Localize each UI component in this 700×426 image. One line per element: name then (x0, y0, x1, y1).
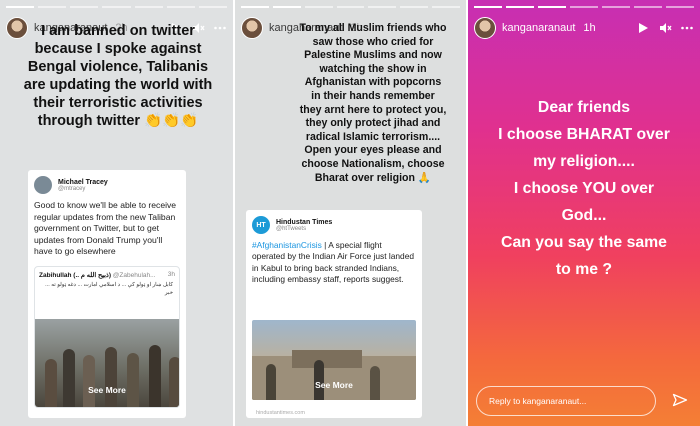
story-panel-2: kanganaranaut 2h To my all Muslim friend… (235, 0, 466, 426)
message-line: Dear friends (537, 99, 631, 116)
tweet-handle: @mtracey (58, 185, 86, 192)
reply-input[interactable]: Reply to kanganaranaut... (476, 386, 656, 416)
post-time: 1h (583, 22, 596, 34)
tweet-handle: @htTweets (276, 225, 307, 232)
quoted-handle: @Zabehulah... (112, 271, 156, 279)
message-line: I choose YOU over (513, 180, 655, 197)
tweet-author: Michael Tracey (58, 178, 108, 186)
ht-logo-icon: HT (252, 216, 270, 234)
story-header: kanganaranaut 1h (474, 14, 694, 42)
message-line: I choose BHARAT over (498, 126, 670, 143)
message-line: my religion.... (533, 153, 635, 170)
story-message: Dear friends I choose BHARAT over my rel… (468, 94, 700, 283)
story-panel-1: kanganaranaut 2h I am banned on twitter … (0, 0, 233, 426)
quoted-author: Zabihullah (.. ذبيح الله م) (39, 271, 111, 279)
quoted-tweet: Zabihullah (.. ذبيح الله م) @Zabehulah..… (34, 265, 180, 408)
message-line: to me ? (555, 261, 613, 278)
tweet-avatar (34, 176, 52, 194)
send-icon[interactable] (672, 392, 688, 408)
tweet-card[interactable]: HT Hindustan Times @htTweets #Afghanista… (246, 210, 422, 418)
taliban-photo: See More (35, 318, 179, 407)
story-caption: I am banned on twitter because I spoke a… (23, 23, 213, 129)
quoted-text: کابل ښار او ټولو کې ... د اسلامي امارت .… (45, 281, 173, 296)
kabul-airport-photo: See More (252, 320, 416, 400)
more-icon[interactable] (680, 21, 694, 35)
progress-bars (241, 6, 461, 8)
tweet-card[interactable]: Michael Tracey @mtracey Good to know we'… (28, 170, 186, 418)
see-more-link[interactable]: See More (252, 380, 416, 390)
see-more-link[interactable]: See More (35, 385, 179, 395)
story-caption: To my all Muslim friends who saw those w… (299, 22, 447, 184)
progress-bars (6, 6, 227, 8)
tweet-author: Hindustan Times (276, 218, 333, 226)
hashtag-link[interactable]: #AfghanistanCrisis (252, 240, 322, 250)
progress-bars (474, 6, 694, 8)
avatar[interactable] (474, 17, 496, 39)
quoted-time: 3h (167, 270, 175, 278)
username[interactable]: kanganaranaut (502, 22, 575, 34)
tweet-text: #AfghanistanCrisis | A special flight op… (252, 240, 415, 285)
play-icon[interactable] (636, 21, 650, 35)
message-line: God... (561, 207, 607, 224)
mute-icon[interactable] (658, 21, 672, 35)
story-panel-3: kanganaranaut 1h Dear friends I choose B… (468, 0, 700, 426)
avatar[interactable] (241, 17, 263, 39)
tweet-text: Good to know we'll be able to receive re… (34, 200, 177, 256)
source-domain: hindustantimes.com (256, 410, 305, 416)
message-line: Can you say the same (501, 234, 667, 251)
